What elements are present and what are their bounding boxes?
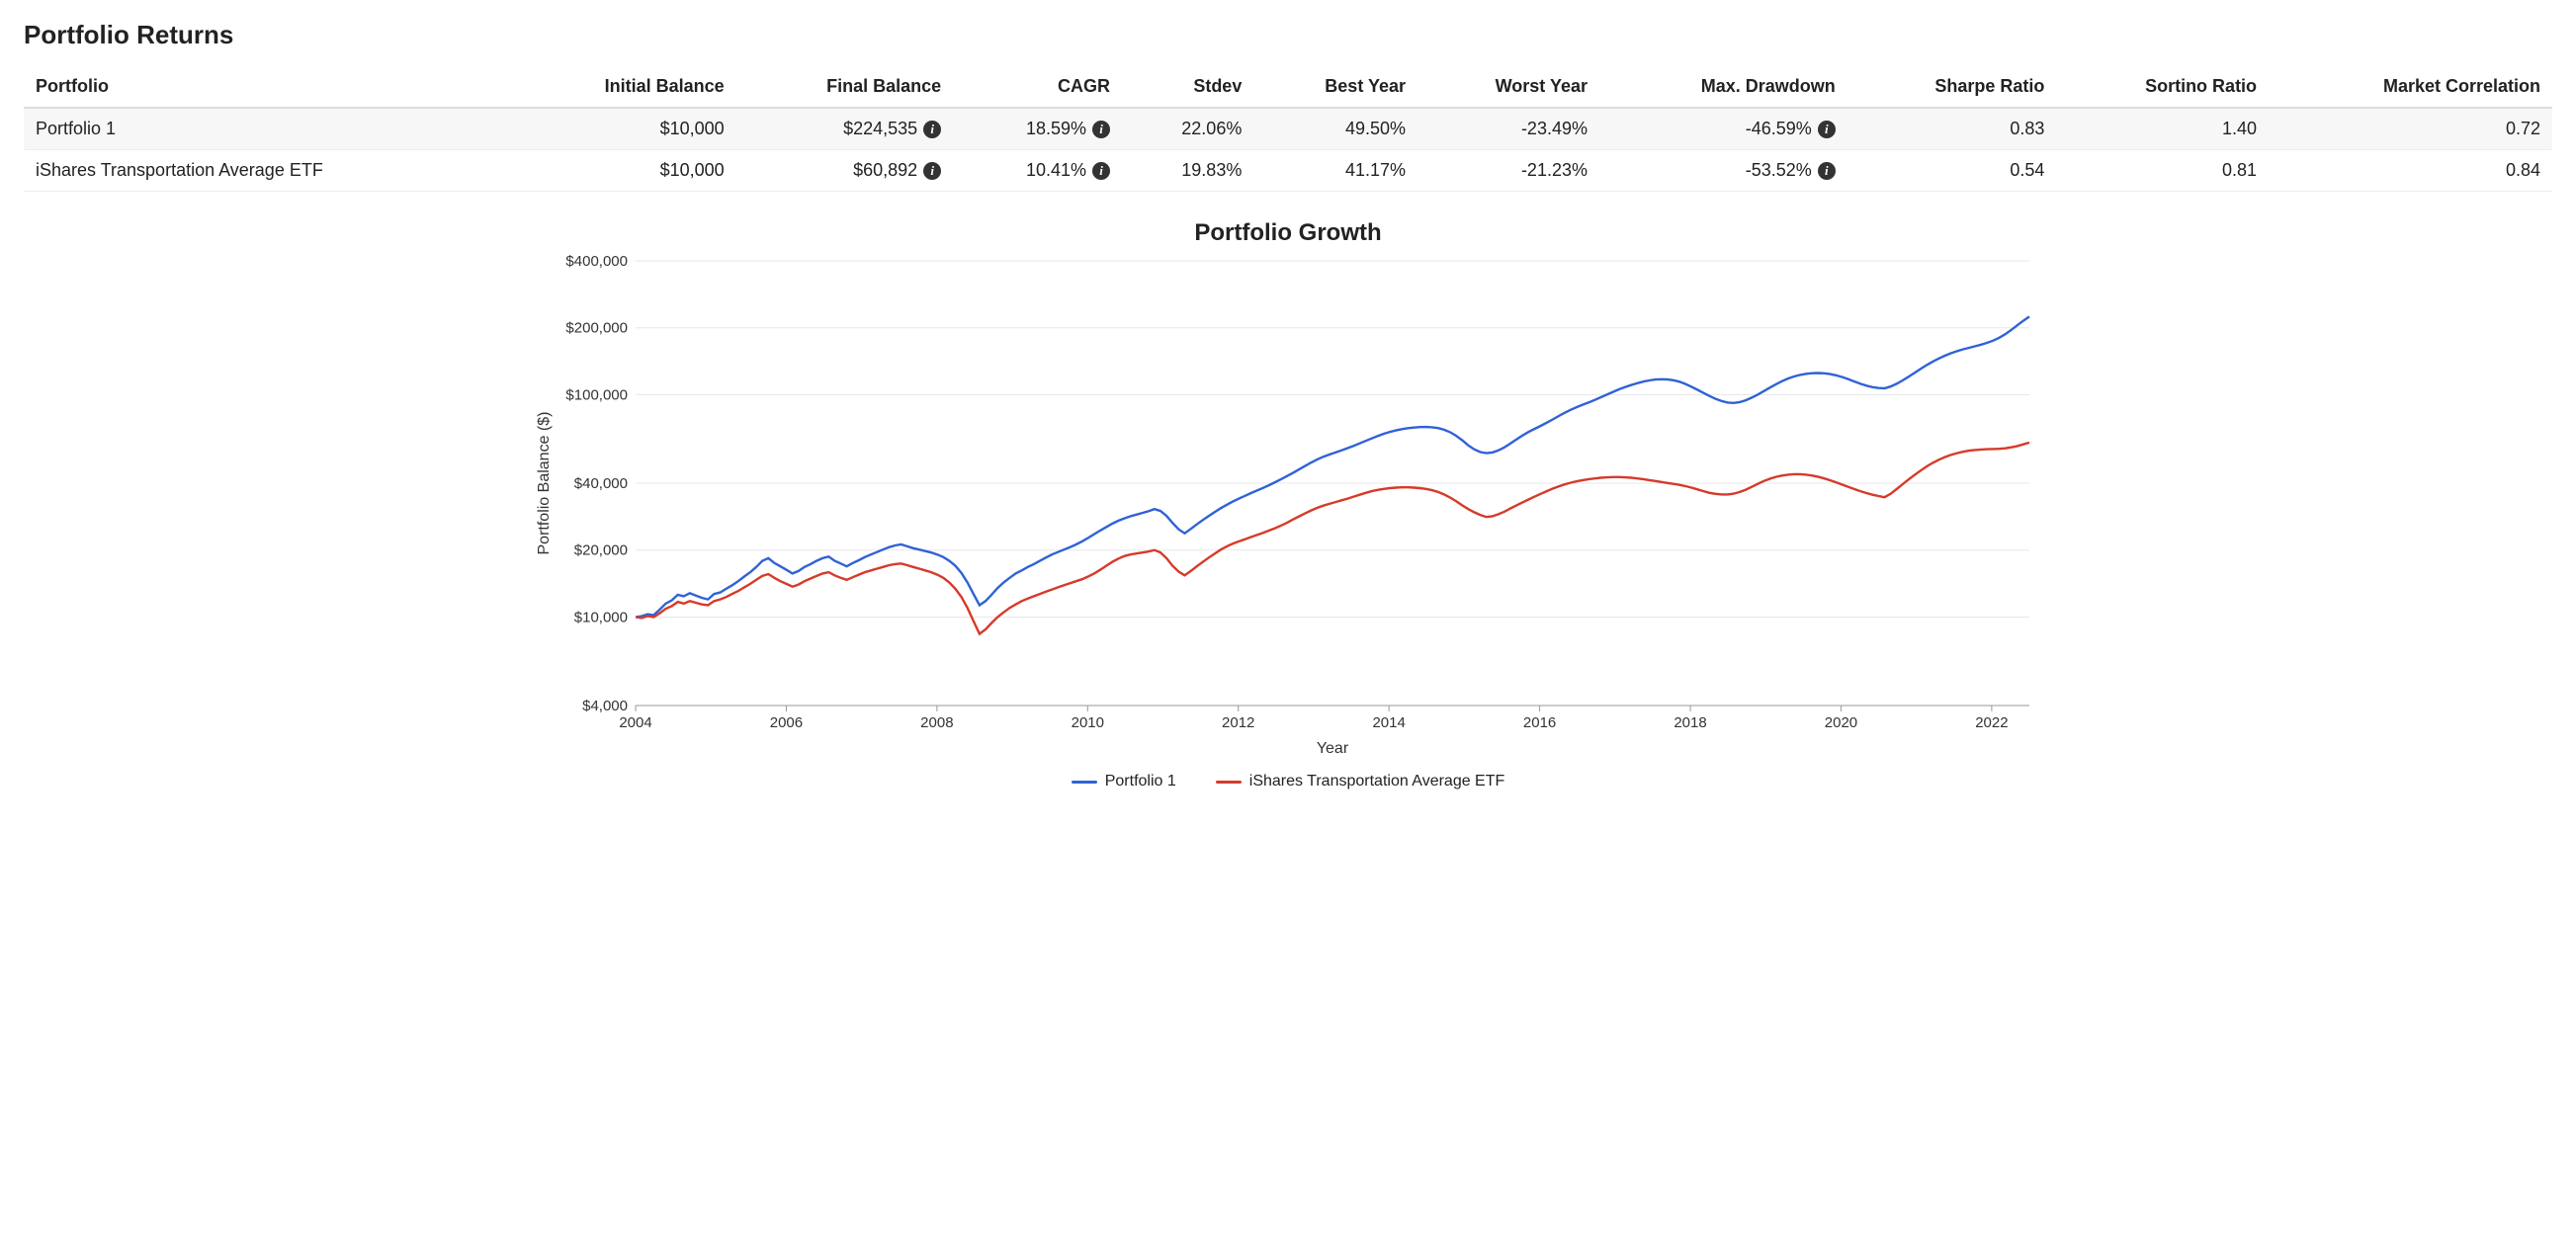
cell-best: 41.17% xyxy=(1253,150,1417,192)
y-tick-label: $400,000 xyxy=(565,253,628,270)
col-header[interactable]: Initial Balance xyxy=(511,66,735,108)
cell-corr: 0.84 xyxy=(2269,150,2552,192)
y-tick-label: $40,000 xyxy=(574,475,628,492)
cell-initial: $10,000 xyxy=(511,150,735,192)
col-header[interactable]: Sharpe Ratio xyxy=(1847,66,2057,108)
cell-maxdd: -46.59%i xyxy=(1599,108,1847,150)
info-icon[interactable]: i xyxy=(923,121,941,138)
x-axis-label: Year xyxy=(1317,740,1349,757)
col-header[interactable]: Sortino Ratio xyxy=(2056,66,2269,108)
col-header[interactable]: Stdev xyxy=(1122,66,1253,108)
x-tick-label: 2016 xyxy=(1523,714,1556,731)
x-tick-label: 2006 xyxy=(770,714,803,731)
portfolio-growth-chart: $4,000 $10,000 $20,000 $40,000 $100,000 $200,… xyxy=(527,251,2049,765)
chart-legend: Portfolio 1 iShares Transportation Averag… xyxy=(24,773,2552,790)
col-header[interactable]: Max. Drawdown xyxy=(1599,66,1847,108)
cell-best: 49.50% xyxy=(1253,108,1417,150)
col-header[interactable]: Worst Year xyxy=(1417,66,1599,108)
cell-name: iShares Transportation Average ETF xyxy=(24,150,511,192)
y-tick-label: $20,000 xyxy=(574,542,628,559)
cell-maxdd: -53.52%i xyxy=(1599,150,1847,192)
col-header[interactable]: Final Balance xyxy=(736,66,953,108)
legend-swatch xyxy=(1216,781,1242,784)
cell-worst: -21.23% xyxy=(1417,150,1599,192)
info-icon[interactable]: i xyxy=(1818,121,1836,138)
returns-table: PortfolioInitial BalanceFinal BalanceCAG… xyxy=(24,66,2552,192)
cell-final: $60,892i xyxy=(736,150,953,192)
legend-label: iShares Transportation Average ETF xyxy=(1249,773,1505,790)
cell-cagr: 18.59%i xyxy=(953,108,1122,150)
col-header[interactable]: CAGR xyxy=(953,66,1122,108)
col-header[interactable]: Market Correlation xyxy=(2269,66,2552,108)
series-line xyxy=(636,443,2029,634)
x-tick-label: 2020 xyxy=(1825,714,1857,731)
cell-sharpe: 0.54 xyxy=(1847,150,2057,192)
col-header[interactable]: Portfolio xyxy=(24,66,511,108)
x-tick-label: 2010 xyxy=(1072,714,1104,731)
x-tick-label: 2022 xyxy=(1975,714,2008,731)
x-tick-label: 2008 xyxy=(920,714,953,731)
cell-sharpe: 0.83 xyxy=(1847,108,2057,150)
legend-item[interactable]: Portfolio 1 xyxy=(1072,773,1176,790)
info-icon[interactable]: i xyxy=(1818,162,1836,180)
table-row: Portfolio 1$10,000$224,535i18.59%i22.06%… xyxy=(24,108,2552,150)
cell-sortino: 1.40 xyxy=(2056,108,2269,150)
x-tick-label: 2012 xyxy=(1222,714,1254,731)
x-tick-label: 2014 xyxy=(1372,714,1405,731)
series-line xyxy=(636,316,2029,617)
y-axis-label: Portfolio Balance ($) xyxy=(536,412,553,555)
cell-sortino: 0.81 xyxy=(2056,150,2269,192)
cell-corr: 0.72 xyxy=(2269,108,2552,150)
col-header[interactable]: Best Year xyxy=(1253,66,1417,108)
chart-title: Portfolio Growth xyxy=(24,219,2552,247)
y-tick-label: $10,000 xyxy=(574,609,628,625)
cell-worst: -23.49% xyxy=(1417,108,1599,150)
cell-stdev: 22.06% xyxy=(1122,108,1253,150)
cell-initial: $10,000 xyxy=(511,108,735,150)
cell-final: $224,535i xyxy=(736,108,953,150)
info-icon[interactable]: i xyxy=(1092,121,1110,138)
cell-name: Portfolio 1 xyxy=(24,108,511,150)
y-tick-label: $100,000 xyxy=(565,386,628,403)
y-tick-label: $200,000 xyxy=(565,320,628,337)
info-icon[interactable]: i xyxy=(923,162,941,180)
legend-label: Portfolio 1 xyxy=(1105,773,1176,790)
table-row: iShares Transportation Average ETF$10,00… xyxy=(24,150,2552,192)
info-icon[interactable]: i xyxy=(1092,162,1110,180)
cell-stdev: 19.83% xyxy=(1122,150,1253,192)
legend-item[interactable]: iShares Transportation Average ETF xyxy=(1216,773,1505,790)
cell-cagr: 10.41%i xyxy=(953,150,1122,192)
legend-swatch xyxy=(1072,781,1097,784)
y-tick-label: $4,000 xyxy=(582,698,628,714)
x-tick-label: 2018 xyxy=(1674,714,1706,731)
section-title: Portfolio Returns xyxy=(24,20,2552,50)
x-tick-label: 2004 xyxy=(619,714,651,731)
table-header-row: PortfolioInitial BalanceFinal BalanceCAG… xyxy=(24,66,2552,108)
